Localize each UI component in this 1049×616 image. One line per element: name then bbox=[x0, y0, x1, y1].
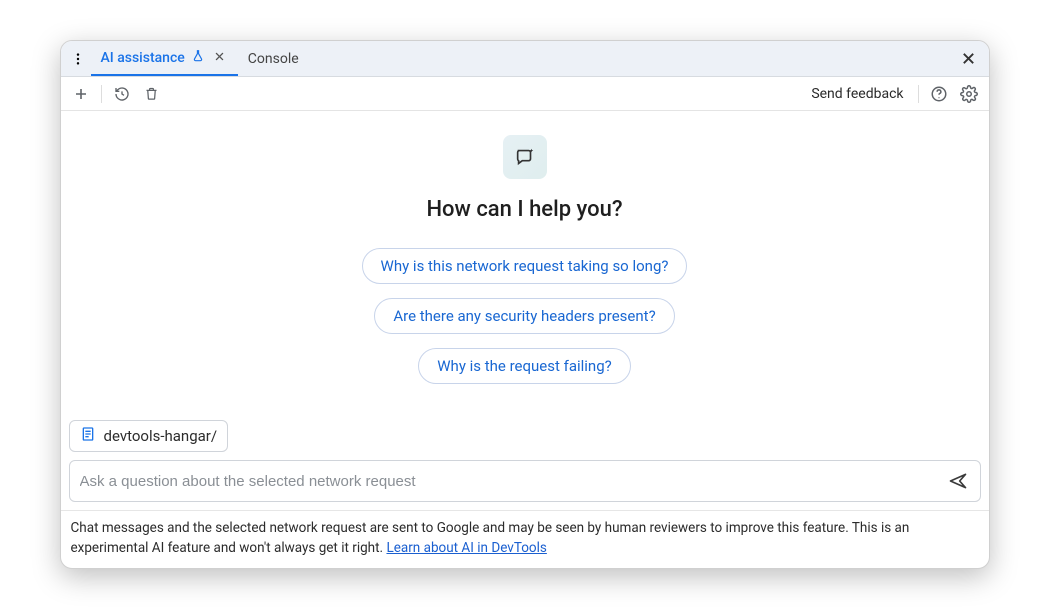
close-panel-icon[interactable] bbox=[957, 47, 981, 71]
tab-bar: AI assistance Console bbox=[61, 41, 989, 77]
input-row bbox=[69, 460, 981, 502]
tab-ai-assistance[interactable]: AI assistance bbox=[91, 41, 238, 76]
divider bbox=[101, 85, 102, 103]
send-button[interactable] bbox=[944, 467, 972, 495]
prompt-input[interactable] bbox=[78, 469, 944, 494]
new-chat-button[interactable] bbox=[69, 82, 93, 106]
suggestion-list: Why is this network request taking so lo… bbox=[362, 248, 688, 384]
toolbar: Send feedback bbox=[61, 77, 989, 111]
tab-console[interactable]: Console bbox=[238, 41, 309, 76]
suggestion-chip[interactable]: Why is this network request taking so lo… bbox=[362, 248, 688, 284]
hero-title: How can I help you? bbox=[426, 197, 622, 222]
history-button[interactable] bbox=[110, 82, 134, 106]
help-button[interactable] bbox=[927, 82, 951, 106]
context-label: devtools-hangar/ bbox=[104, 427, 218, 445]
settings-button[interactable] bbox=[957, 82, 981, 106]
close-tab-icon[interactable] bbox=[211, 50, 228, 66]
context-chip[interactable]: devtools-hangar/ bbox=[69, 420, 229, 452]
kebab-menu-icon[interactable] bbox=[67, 48, 89, 70]
delete-button[interactable] bbox=[140, 82, 164, 106]
ai-sparkle-icon bbox=[503, 135, 547, 179]
disclaimer: Chat messages and the selected network r… bbox=[61, 510, 989, 568]
tab-label: AI assistance bbox=[101, 50, 185, 66]
send-feedback-link[interactable]: Send feedback bbox=[811, 86, 903, 102]
context-row: devtools-hangar/ bbox=[61, 420, 989, 460]
ai-assistance-panel: AI assistance Console Send feedback bbox=[60, 40, 990, 569]
flask-icon bbox=[191, 49, 205, 67]
learn-more-link[interactable]: Learn about AI in DevTools bbox=[386, 540, 546, 556]
document-icon bbox=[80, 426, 96, 446]
suggestion-chip[interactable]: Why is the request failing? bbox=[418, 348, 630, 384]
tab-label: Console bbox=[248, 51, 299, 67]
divider bbox=[918, 85, 919, 103]
suggestion-chip[interactable]: Are there any security headers present? bbox=[374, 298, 674, 334]
main-content: How can I help you? Why is this network … bbox=[61, 111, 989, 420]
